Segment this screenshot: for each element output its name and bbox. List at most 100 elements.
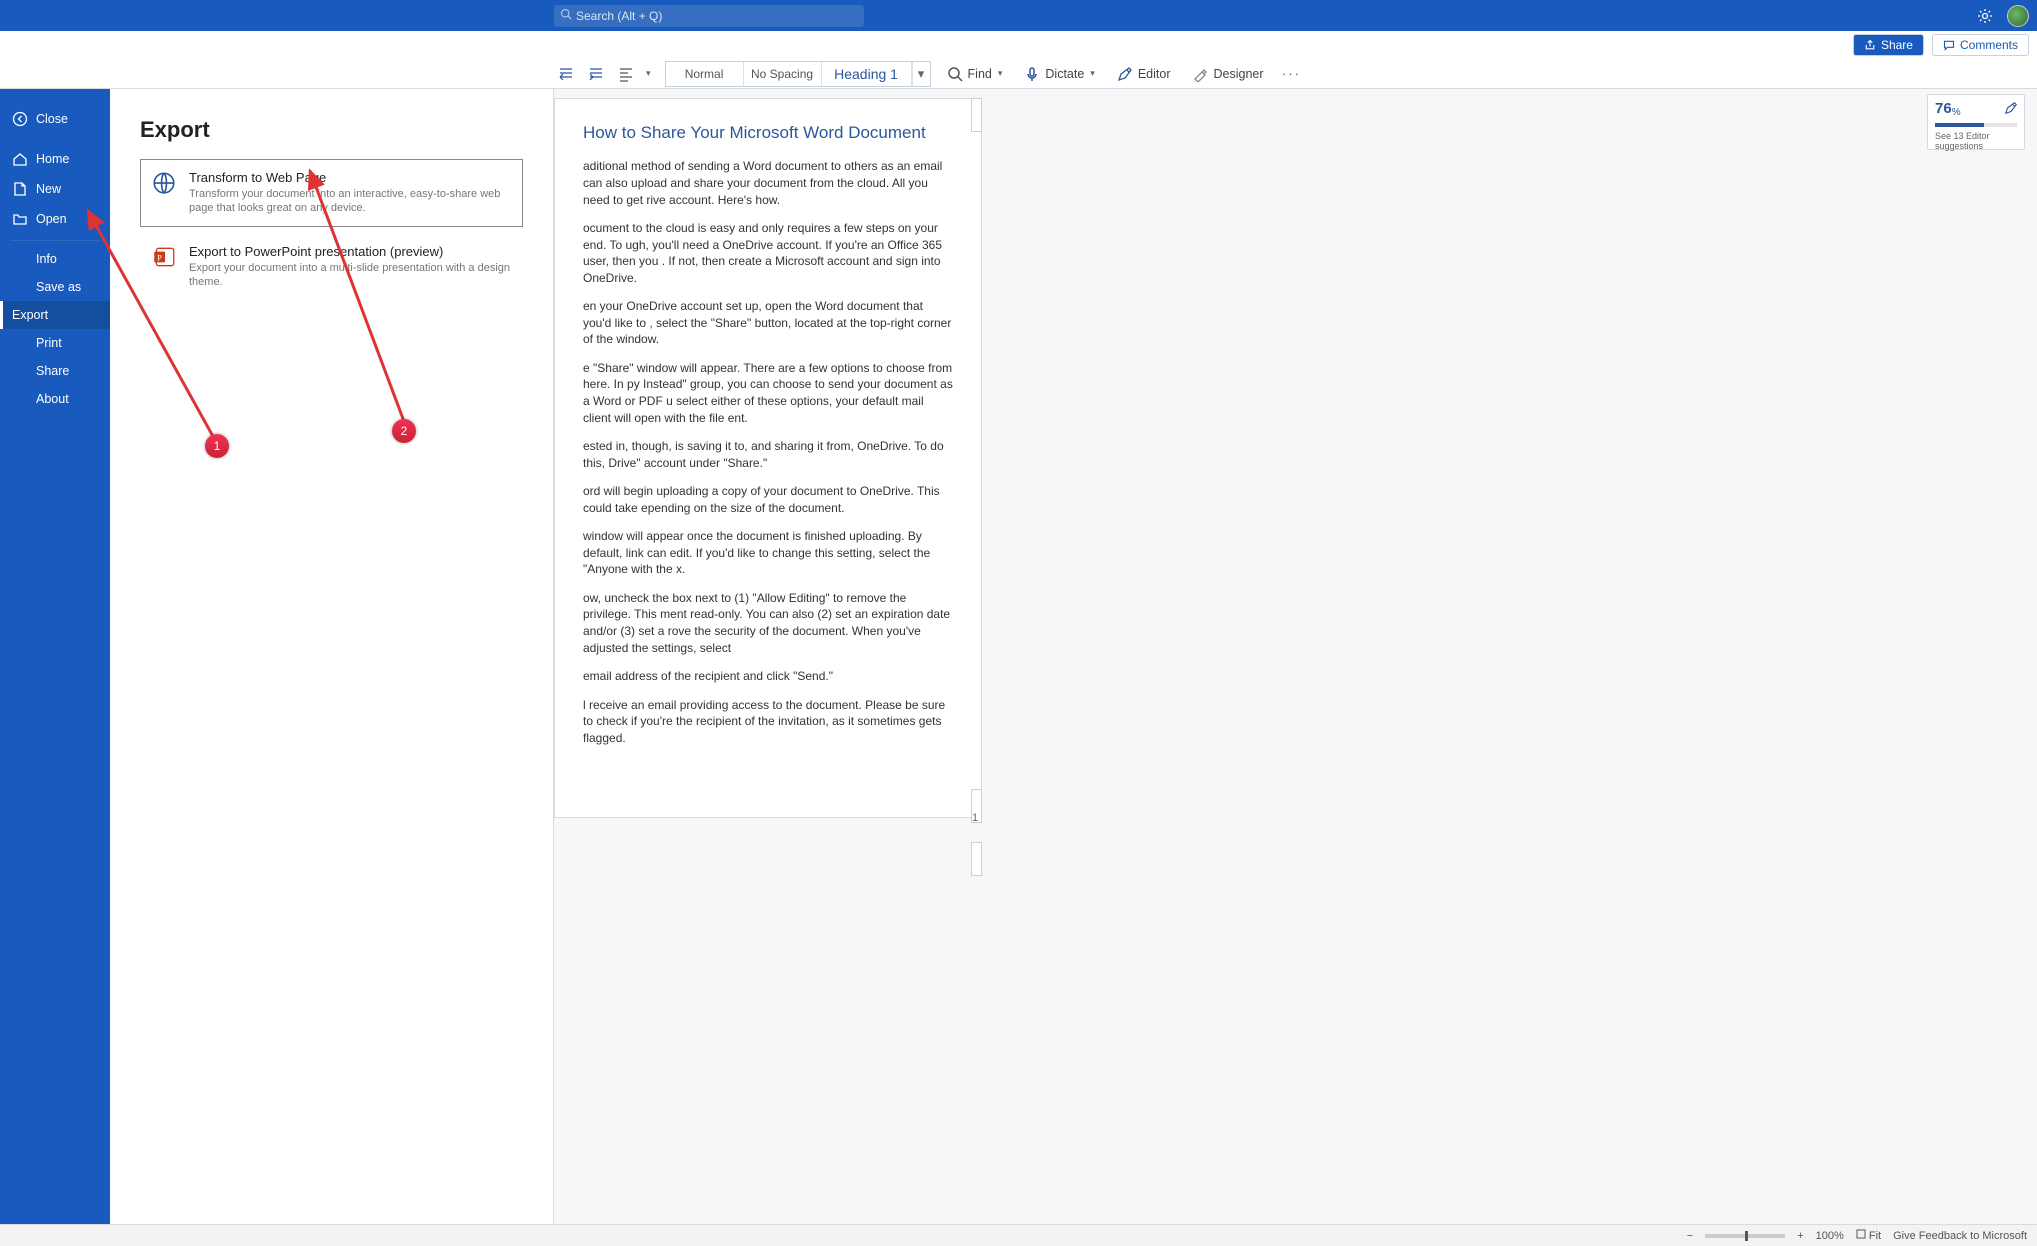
close-label: Close <box>36 112 68 126</box>
comments-button[interactable]: Comments <box>1932 34 2029 56</box>
zoom-in-icon[interactable]: + <box>1797 1230 1803 1242</box>
new-file-icon <box>12 181 28 197</box>
doc-heading: How to Share Your Microsoft Word Documen… <box>583 121 953 144</box>
backstage-open[interactable]: Open <box>0 204 110 234</box>
find-icon <box>947 66 963 82</box>
back-arrow-icon <box>12 111 28 127</box>
editor-score-bar <box>1935 123 2017 127</box>
style-normal[interactable]: Normal <box>666 62 744 86</box>
backstage-saveas[interactable]: Save as <box>0 273 110 301</box>
new-label: New <box>36 182 61 196</box>
export-panel-title: Export <box>140 117 523 143</box>
backstage-home[interactable]: Home <box>0 144 110 174</box>
open-folder-icon <box>12 211 28 227</box>
comments-button-label: Comments <box>1960 38 2018 52</box>
dictate-button[interactable]: Dictate ▾ <box>1018 66 1100 82</box>
doc-para: e "Share" window will appear. There are … <box>583 360 953 426</box>
designer-label: Designer <box>1213 67 1263 81</box>
editor-score-value: 76% <box>1935 100 1961 117</box>
backstage-about[interactable]: About <box>0 385 110 413</box>
comment-icon <box>1943 39 1955 51</box>
search-placeholder-text: Search (Alt + Q) <box>576 9 662 23</box>
editor-pen-icon <box>2004 101 2018 115</box>
editor-pen-icon <box>1117 66 1133 82</box>
share-comments-bar: Share Comments <box>0 31 2037 59</box>
microphone-icon <box>1024 66 1040 82</box>
doc-para: ocument to the cloud is easy and only re… <box>583 220 953 286</box>
fit-button[interactable]: Fit <box>1856 1229 1881 1242</box>
webpage-icon <box>151 170 177 196</box>
saveas-label: Save as <box>36 280 81 294</box>
dictate-label: Dictate <box>1045 67 1084 81</box>
editor-button[interactable]: Editor <box>1111 66 1177 82</box>
backstage-share[interactable]: Share <box>0 357 110 385</box>
feedback-link[interactable]: Give Feedback to Microsoft <box>1893 1230 2027 1242</box>
thumbnail-page[interactable] <box>971 842 982 876</box>
page-number: 1 <box>972 812 978 824</box>
info-label: Info <box>36 252 57 266</box>
print-label: Print <box>36 336 62 350</box>
title-bar: Search (Alt + Q) <box>0 0 2037 31</box>
open-label: Open <box>36 212 67 226</box>
svg-text:P: P <box>157 252 162 262</box>
settings-icon[interactable] <box>1977 8 1993 24</box>
ribbon: ▾ Normal No Spacing Heading 1 ▾ Find ▾ D… <box>0 59 2037 89</box>
doc-para: window will appear once the document is … <box>583 528 953 578</box>
increase-indent-icon[interactable] <box>586 64 606 84</box>
document-canvas: How to Share Your Microsoft Word Documen… <box>0 89 2037 1224</box>
fit-icon <box>1856 1229 1866 1239</box>
zoom-out-icon[interactable]: − <box>1687 1230 1693 1242</box>
editor-label: Editor <box>1138 67 1171 81</box>
find-label: Find <box>968 67 992 81</box>
share-icon <box>1864 39 1876 51</box>
editor-score-widget[interactable]: 76% See 13 Editor suggestions <box>1927 94 2025 150</box>
export-panel: Export Transform to Web Page Transform y… <box>110 89 554 1224</box>
share-label: Share <box>36 364 69 378</box>
styles-gallery: Normal No Spacing Heading 1 ▾ <box>665 61 931 87</box>
styles-expand-icon[interactable]: ▾ <box>912 62 930 86</box>
style-no-spacing[interactable]: No Spacing <box>744 62 822 86</box>
home-label: Home <box>36 152 69 166</box>
zoom-level[interactable]: 100% <box>1816 1230 1844 1242</box>
share-button[interactable]: Share <box>1853 34 1924 56</box>
status-bar: − + 100% Fit Give Feedback to Microsoft <box>0 1224 2037 1246</box>
doc-para: ested in, though, is saving it to, and s… <box>583 438 953 471</box>
backstage-view: Close Home New Open <box>0 89 554 1224</box>
user-avatar[interactable] <box>2007 5 2029 27</box>
doc-para: email address of the recipient and click… <box>583 668 953 685</box>
search-box[interactable]: Search (Alt + Q) <box>554 5 864 27</box>
search-icon <box>560 8 572 23</box>
align-icon[interactable] <box>616 64 636 84</box>
backstage-nav: Close Home New Open <box>0 89 110 1224</box>
export-opt2-title: Export to PowerPoint presentation (previ… <box>189 244 512 259</box>
thumbnail-page[interactable] <box>971 98 982 132</box>
style-heading1[interactable]: Heading 1 <box>822 62 912 86</box>
powerpoint-icon: P <box>151 244 177 270</box>
backstage-info[interactable]: Info <box>0 245 110 273</box>
designer-button[interactable]: Designer <box>1186 66 1269 82</box>
doc-para: l receive an email providing access to t… <box>583 697 953 747</box>
export-opt2-desc: Export your document into a multi-slide … <box>189 261 512 290</box>
more-commands-icon[interactable]: ··· <box>1280 62 1304 86</box>
export-opt1-desc: Transform your document into an interact… <box>189 187 512 216</box>
find-button[interactable]: Find ▾ <box>941 66 1009 82</box>
decrease-indent-icon[interactable] <box>556 64 576 84</box>
export-opt1-title: Transform to Web Page <box>189 170 512 185</box>
export-to-powerpoint[interactable]: P Export to PowerPoint presentation (pre… <box>140 233 523 301</box>
doc-para: aditional method of sending a Word docum… <box>583 158 953 208</box>
doc-para: ord will begin uploading a copy of your … <box>583 483 953 516</box>
home-icon <box>12 151 28 167</box>
zoom-slider[interactable] <box>1705 1234 1785 1238</box>
doc-para: ow, uncheck the box next to (1) "Allow E… <box>583 590 953 656</box>
backstage-new[interactable]: New <box>0 174 110 204</box>
export-label: Export <box>12 308 48 322</box>
backstage-export[interactable]: Export <box>0 301 110 329</box>
backstage-close[interactable]: Close <box>0 104 110 134</box>
backstage-print[interactable]: Print <box>0 329 110 357</box>
share-button-label: Share <box>1881 38 1913 52</box>
designer-icon <box>1192 66 1208 82</box>
document-page[interactable]: How to Share Your Microsoft Word Documen… <box>554 98 982 818</box>
editor-suggestions-text: See 13 Editor suggestions <box>1935 131 2017 151</box>
export-transform-webpage[interactable]: Transform to Web Page Transform your doc… <box>140 159 523 227</box>
doc-para: en your OneDrive account set up, open th… <box>583 298 953 348</box>
